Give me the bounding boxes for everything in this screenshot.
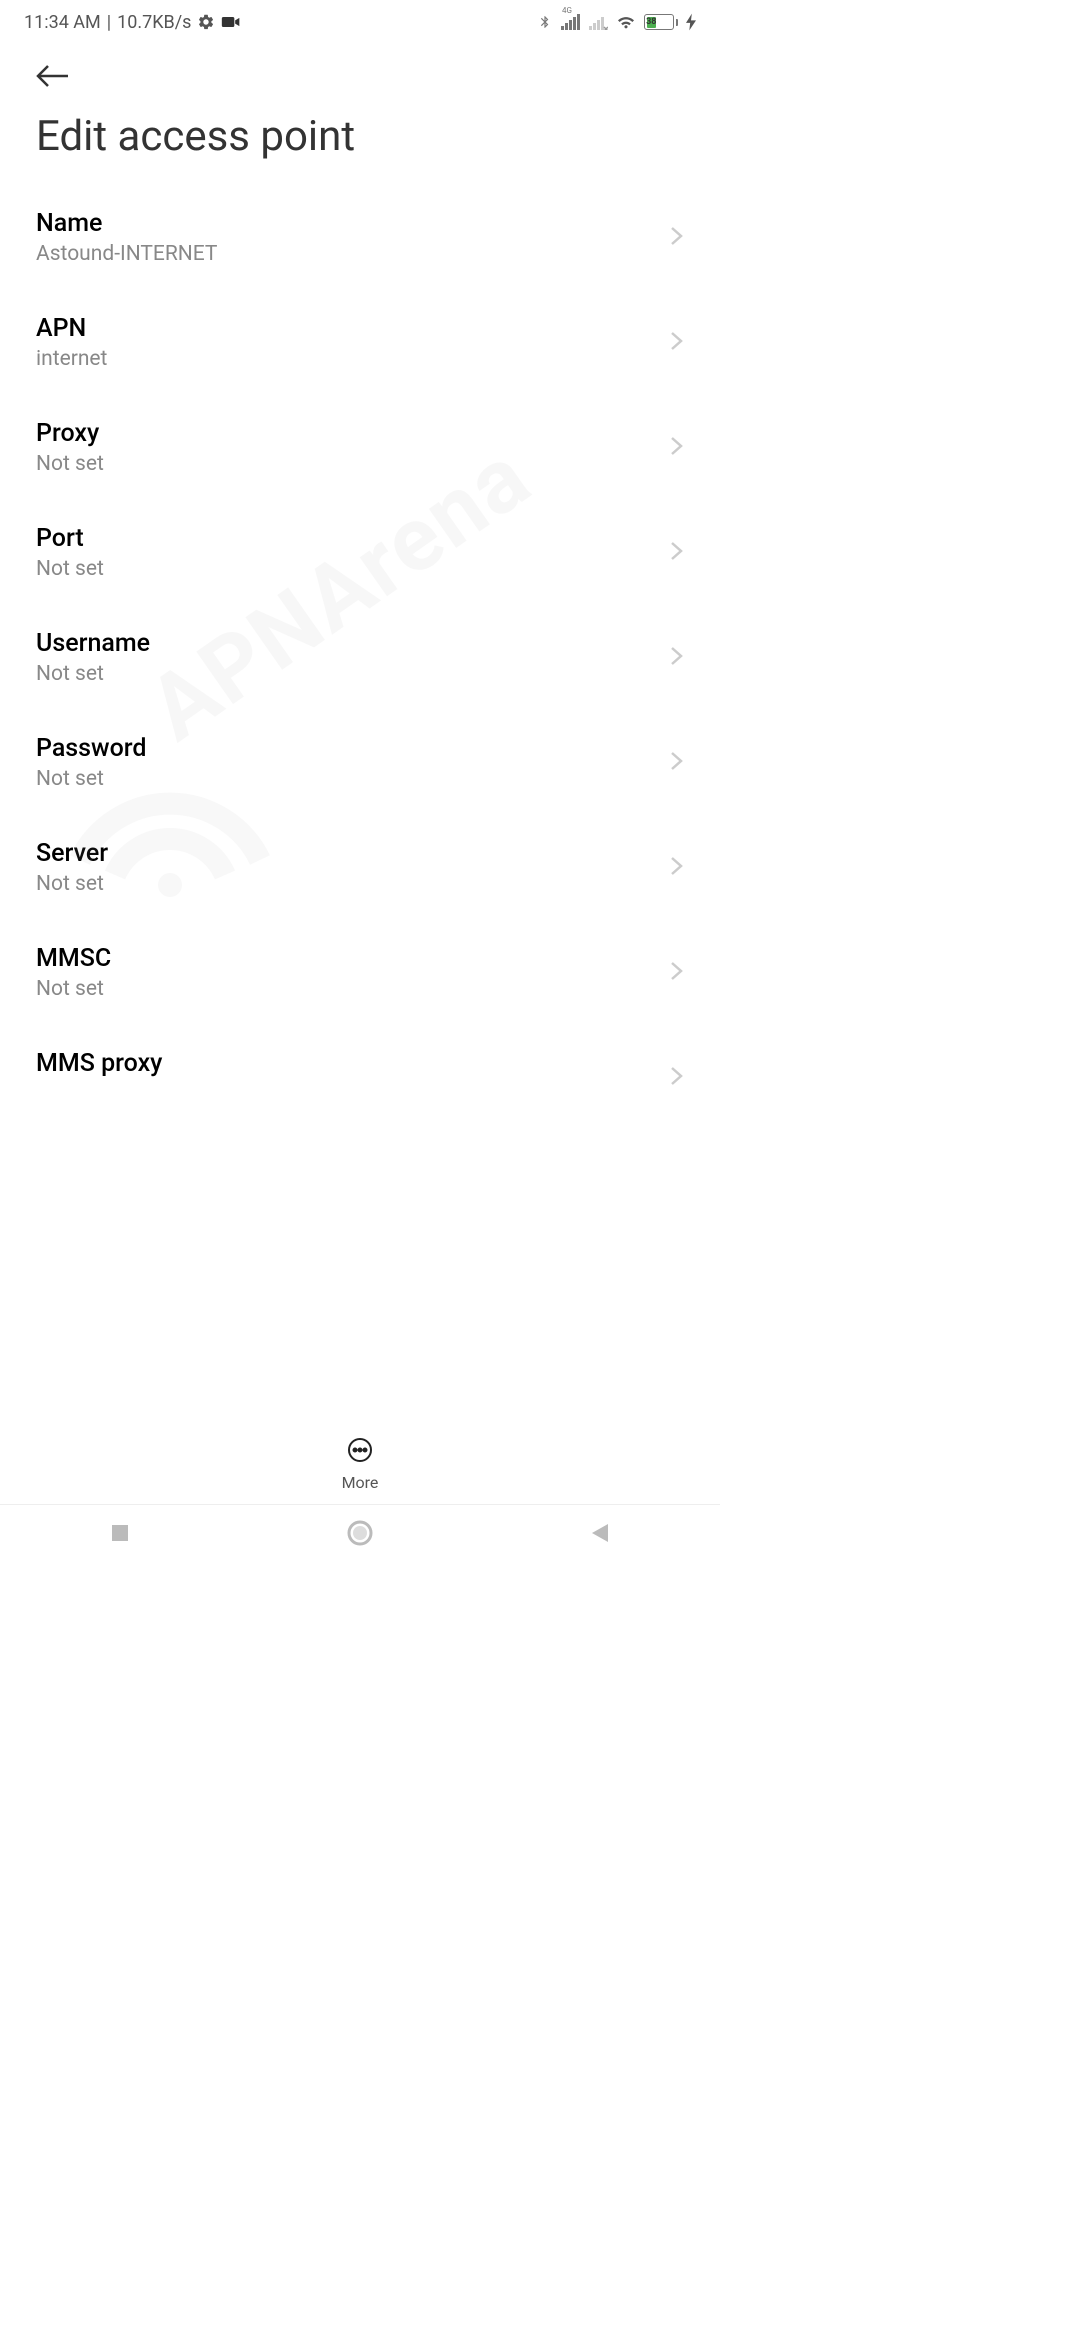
charging-bolt-icon: [686, 13, 696, 31]
item-value: Not set: [36, 557, 104, 581]
item-label: APN: [36, 314, 107, 343]
settings-list: Name Astound-INTERNET APN internet Proxy…: [0, 185, 720, 1085]
triangle-left-icon: [590, 1522, 610, 1544]
video-camera-icon: [221, 15, 241, 29]
nav-back-button[interactable]: [540, 1522, 660, 1544]
proxy-item[interactable]: Proxy Not set: [0, 395, 720, 500]
signal-no-sim-icon: [588, 14, 608, 30]
status-bar: 11:34 AM | 10.7KB/s 4G 38: [0, 0, 720, 40]
server-item[interactable]: Server Not set: [0, 815, 720, 920]
chevron-right-icon: [670, 749, 684, 777]
navigation-bar: [0, 1504, 720, 1560]
item-value: Not set: [36, 1082, 162, 1085]
apn-name-item[interactable]: Name Astound-INTERNET: [0, 185, 720, 290]
more-button[interactable]: More: [342, 1437, 379, 1492]
chevron-right-icon: [670, 959, 684, 987]
arrow-left-icon: [36, 64, 70, 88]
chevron-right-icon: [670, 1064, 684, 1086]
item-label: Proxy: [36, 419, 104, 448]
more-label: More: [342, 1473, 379, 1492]
chevron-right-icon: [670, 644, 684, 672]
mmsc-item[interactable]: MMSC Not set: [0, 920, 720, 1025]
mms-proxy-item[interactable]: MMS proxy Not set: [0, 1025, 720, 1085]
item-label: Name: [36, 209, 217, 238]
apn-item[interactable]: APN internet: [0, 290, 720, 395]
item-label: MMSC: [36, 944, 111, 973]
signal-4g-icon: 4G: [560, 14, 580, 30]
battery-icon: 38: [644, 14, 678, 30]
item-label: Password: [36, 734, 146, 763]
nav-recents-button[interactable]: [60, 1523, 180, 1543]
chevron-right-icon: [670, 329, 684, 357]
username-item[interactable]: Username Not set: [0, 605, 720, 710]
chevron-right-icon: [670, 434, 684, 462]
page-title: Edit access point: [0, 100, 720, 185]
item-label: Username: [36, 629, 150, 658]
item-value: Not set: [36, 767, 146, 791]
status-separator: |: [107, 12, 111, 33]
bottom-toolbar: More: [0, 1425, 720, 1504]
item-value: Astound-INTERNET: [36, 242, 217, 266]
chevron-right-icon: [670, 539, 684, 567]
password-item[interactable]: Password Not set: [0, 710, 720, 815]
status-left: 11:34 AM | 10.7KB/s: [24, 12, 241, 33]
bluetooth-icon: [538, 12, 552, 32]
item-value: internet: [36, 347, 107, 371]
item-label: MMS proxy: [36, 1049, 162, 1078]
battery-level: 38: [647, 17, 657, 28]
item-label: Port: [36, 524, 104, 553]
back-button[interactable]: [0, 40, 720, 100]
nav-home-button[interactable]: [300, 1520, 420, 1546]
item-value: Not set: [36, 872, 108, 896]
wifi-icon: [616, 14, 636, 30]
item-value: Not set: [36, 452, 104, 476]
circle-icon: [347, 1520, 373, 1546]
item-value: Not set: [36, 977, 111, 1001]
chevron-right-icon: [670, 854, 684, 882]
status-data-rate: 10.7KB/s: [117, 12, 191, 33]
square-icon: [110, 1523, 130, 1543]
status-right: 4G 38: [538, 12, 696, 32]
item-label: Server: [36, 839, 108, 868]
item-value: Not set: [36, 662, 150, 686]
status-time: 11:34 AM: [24, 12, 101, 33]
chevron-right-icon: [670, 224, 684, 252]
more-circle-icon: [347, 1437, 373, 1467]
settings-gear-icon: [197, 13, 215, 31]
port-item[interactable]: Port Not set: [0, 500, 720, 605]
